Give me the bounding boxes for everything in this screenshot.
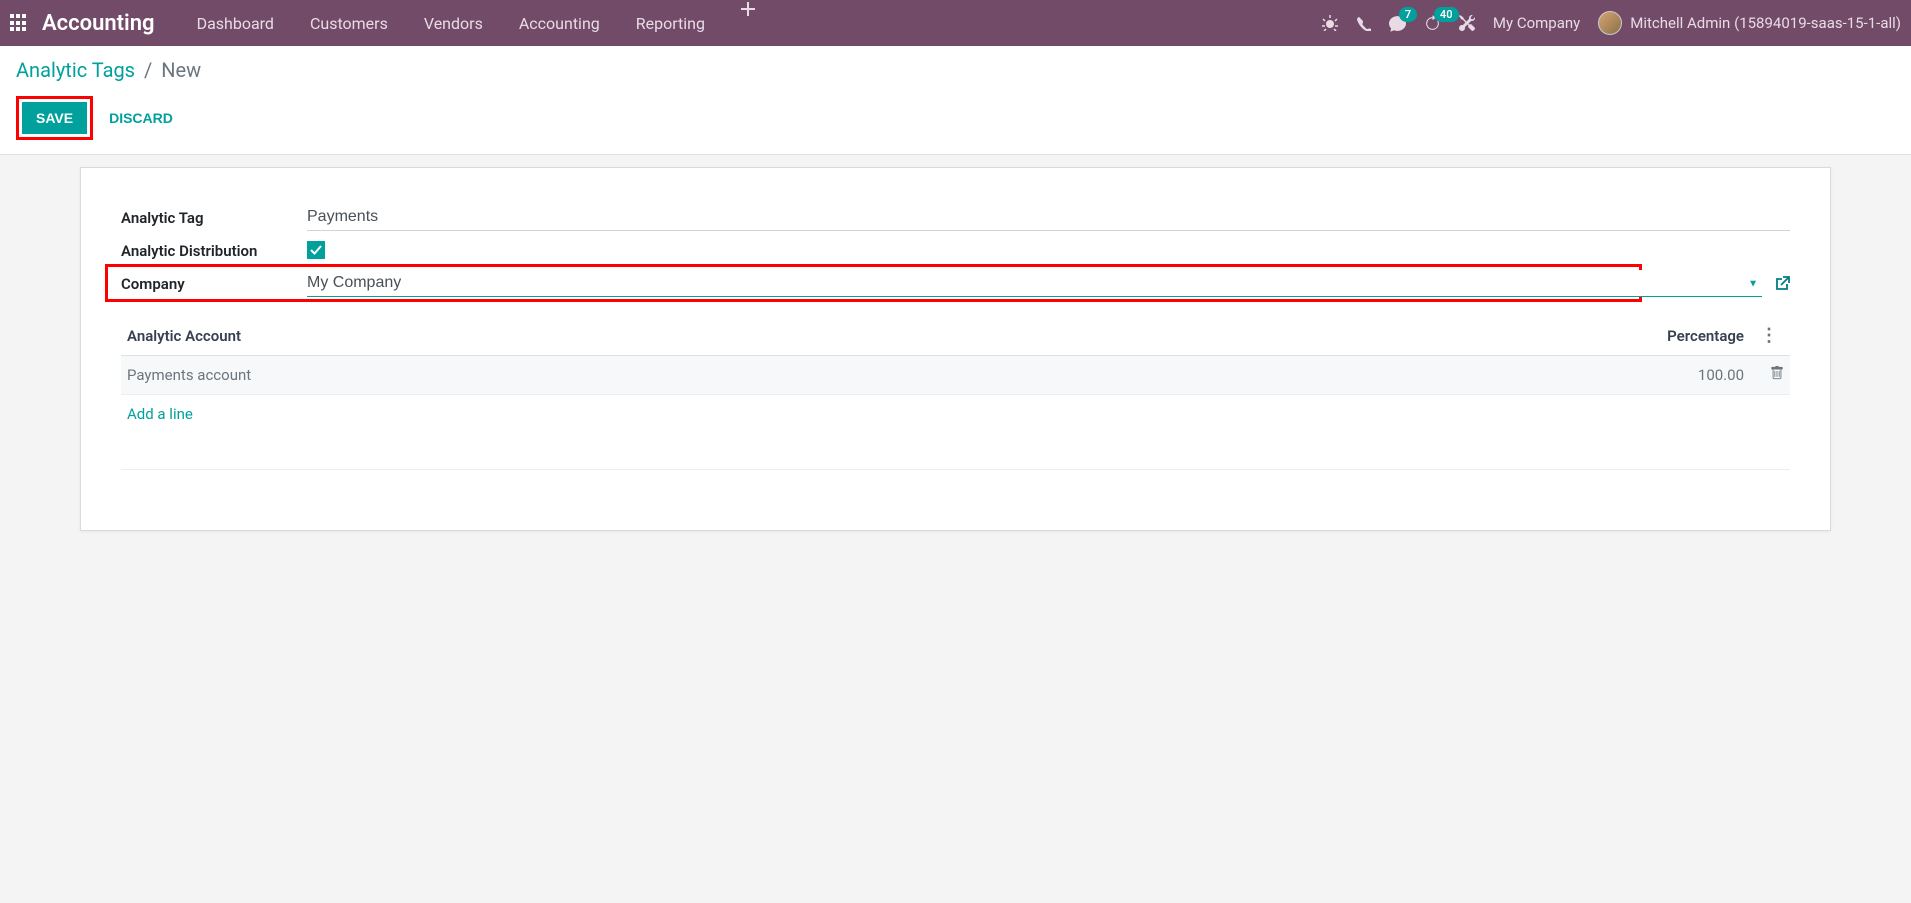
table-row-add: Add a line <box>121 395 1790 434</box>
form-sheet: Analytic Tag Analytic Distribution Compa… <box>80 167 1831 531</box>
add-line-link[interactable]: Add a line <box>127 405 193 423</box>
cell-account: Payments account <box>121 356 1107 395</box>
cell-percent: 100.00 <box>1698 366 1744 384</box>
save-button[interactable]: SAVE <box>22 102 87 134</box>
nav-accounting[interactable]: Accounting <box>501 0 618 46</box>
col-analytic-account: Analytic Account <box>121 317 1107 356</box>
table-options-icon[interactable]: ⋮ <box>1756 325 1782 346</box>
analytic-tag-input[interactable] <box>307 204 1790 231</box>
breadcrumb: Analytic Tags / New <box>16 58 1895 82</box>
control-panel: Analytic Tags / New SAVE DISCARD <box>0 46 1911 155</box>
breadcrumb-parent[interactable]: Analytic Tags <box>16 58 135 82</box>
nav-dashboard[interactable]: Dashboard <box>179 0 292 46</box>
nav-add-icon[interactable] <box>723 0 773 46</box>
label-analytic-tag: Analytic Tag <box>121 209 307 227</box>
nav-customers[interactable]: Customers <box>292 0 406 46</box>
delete-row-icon[interactable] <box>1770 366 1784 384</box>
nav-vendors[interactable]: Vendors <box>406 0 501 46</box>
col-percentage: Percentage <box>1107 317 1750 356</box>
table-row-blank <box>121 433 1790 469</box>
apps-menu-icon[interactable] <box>10 14 28 32</box>
app-name: Accounting <box>42 11 155 36</box>
company-selector[interactable]: My Company <box>1493 14 1580 32</box>
user-menu[interactable]: Mitchell Admin (15894019-saas-15-1-all) <box>1598 11 1901 35</box>
analytic-distribution-checkbox[interactable] <box>307 241 325 259</box>
company-input[interactable] <box>307 270 1762 297</box>
debug-icon[interactable] <box>1322 15 1338 31</box>
messages-badge: 7 <box>1399 7 1417 22</box>
avatar-icon <box>1598 11 1622 35</box>
breadcrumb-current: New <box>161 58 201 82</box>
phone-icon[interactable] <box>1356 16 1371 31</box>
activities-icon[interactable]: 40 <box>1424 15 1441 32</box>
user-name: Mitchell Admin (15894019-saas-15-1-all) <box>1630 14 1901 32</box>
nav-reporting[interactable]: Reporting <box>618 0 723 46</box>
dropdown-caret-icon[interactable]: ▼ <box>1748 278 1758 289</box>
save-highlight-box: SAVE <box>16 96 93 140</box>
external-link-icon[interactable] <box>1774 276 1790 292</box>
breadcrumb-sep: / <box>144 58 152 82</box>
discard-button[interactable]: DISCARD <box>109 110 173 126</box>
messages-icon[interactable]: 7 <box>1389 15 1406 32</box>
label-company: Company <box>121 275 307 293</box>
label-analytic-distribution: Analytic Distribution <box>121 242 307 260</box>
activities-badge: 40 <box>1434 7 1459 22</box>
table-row[interactable]: Payments account 100.00 <box>121 356 1790 395</box>
tools-icon[interactable] <box>1459 15 1475 31</box>
top-navbar: Accounting Dashboard Customers Vendors A… <box>0 0 1911 46</box>
